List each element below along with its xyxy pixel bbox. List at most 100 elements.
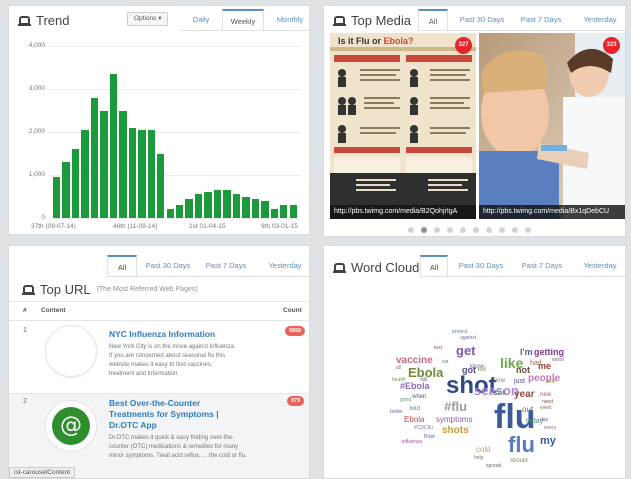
- row-title-link[interactable]: NYC Influenza Information: [109, 329, 269, 340]
- word-cloud-word[interactable]: every: [544, 426, 556, 431]
- trend-bar[interactable]: [261, 200, 269, 218]
- wc-tab-30[interactable]: Past 30 Days: [454, 255, 508, 277]
- carousel-dot[interactable]: [525, 227, 531, 233]
- carousel-dot[interactable]: [512, 227, 518, 233]
- trend-bar[interactable]: [242, 196, 250, 218]
- media-image-2[interactable]: http://pbs.twimg.com/media/Bx1qDebCU: [479, 33, 625, 219]
- url-tab-7[interactable]: Past 7 Days: [205, 255, 247, 277]
- word-cloud-word[interactable]: get: [456, 344, 476, 357]
- url-tab-30[interactable]: Past 30 Days: [143, 255, 193, 277]
- word-cloud-word[interactable]: protect: [452, 330, 467, 335]
- trend-bar[interactable]: [232, 194, 241, 218]
- row-number: 1: [23, 327, 27, 334]
- word-cloud-word[interactable]: #flu: [444, 400, 467, 413]
- word-cloud-word[interactable]: need: [542, 400, 553, 405]
- word-cloud-word[interactable]: via: [442, 360, 448, 365]
- trend-bar[interactable]: [81, 129, 89, 218]
- word-cloud-word[interactable]: text: [434, 346, 442, 351]
- word-cloud-word[interactable]: my: [540, 436, 556, 447]
- wc-tab-yesterday[interactable]: Yesterday: [578, 255, 622, 277]
- word-cloud-word[interactable]: good: [400, 398, 411, 403]
- trend-bar[interactable]: [289, 205, 297, 218]
- word-cloud-word[interactable]: all: [396, 366, 401, 371]
- word-cloud-word[interactable]: #CDCflu: [414, 426, 433, 431]
- trend-bar[interactable]: [280, 205, 288, 218]
- media-tab-30[interactable]: Past 30 Days: [456, 9, 508, 31]
- word-cloud-word[interactable]: help: [474, 456, 483, 461]
- trend-bar[interactable]: [71, 149, 80, 218]
- trend-bar[interactable]: [147, 129, 155, 218]
- trend-bar[interactable]: [270, 209, 278, 218]
- trend-bar[interactable]: [251, 198, 260, 218]
- url-tab-yesterday[interactable]: Yesterday: [263, 255, 307, 277]
- media-image-1[interactable]: Is it Flu or Ebola? http://pbs.twimg.com…: [330, 33, 476, 219]
- media-count-badge-1: 327: [455, 37, 472, 54]
- table-row[interactable]: 1 NYC Influenza Information New York Cit…: [9, 321, 309, 393]
- wc-tab-7[interactable]: Past 7 Days: [520, 255, 564, 277]
- word-cloud-word[interactable]: when: [412, 394, 426, 400]
- trend-bar[interactable]: [166, 209, 174, 218]
- word-cloud-word[interactable]: new: [540, 392, 551, 398]
- trend-bar[interactable]: [109, 73, 118, 218]
- word-cloud-word[interactable]: had: [530, 360, 542, 367]
- word-cloud-word[interactable]: best: [546, 380, 555, 385]
- wc-tab-all[interactable]: All: [420, 255, 448, 277]
- word-cloud-word[interactable]: sick: [494, 390, 506, 397]
- word-cloud-word[interactable]: out: [522, 406, 533, 414]
- word-cloud-word[interactable]: influenza: [402, 440, 422, 445]
- word-cloud-word[interactable]: should: [510, 458, 528, 464]
- trend-bar[interactable]: [213, 190, 222, 218]
- trend-bar[interactable]: [100, 110, 108, 218]
- word-cloud-word[interactable]: shots: [442, 426, 469, 436]
- carousel-dot[interactable]: [421, 227, 427, 233]
- word-cloud-word[interactable]: time: [494, 378, 505, 384]
- word-cloud-word[interactable]: worst: [552, 358, 564, 363]
- word-cloud-word[interactable]: week: [540, 406, 552, 411]
- trend-bar[interactable]: [62, 162, 70, 218]
- carousel-dot[interactable]: [499, 227, 505, 233]
- trend-bar[interactable]: [204, 192, 212, 218]
- trend-bar[interactable]: [119, 110, 127, 218]
- carousel-dot[interactable]: [473, 227, 479, 233]
- word-cloud-word[interactable]: just: [514, 378, 525, 385]
- carousel-dot[interactable]: [460, 227, 466, 233]
- word-cloud-word[interactable]: not: [516, 366, 530, 375]
- media-tab-7[interactable]: Past 7 Days: [519, 9, 563, 31]
- trend-bar[interactable]: [185, 198, 193, 218]
- trend-bar[interactable]: [157, 153, 165, 218]
- word-cloud-word[interactable]: flu: [508, 434, 535, 456]
- trend-bar[interactable]: [128, 127, 137, 218]
- word-cloud-word[interactable]: still: [420, 378, 427, 383]
- word-cloud-word[interactable]: Ebola: [404, 416, 424, 424]
- media-tab-yesterday[interactable]: Yesterday: [578, 9, 622, 31]
- carousel-dot[interactable]: [486, 227, 492, 233]
- word-cloud-word[interactable]: better: [390, 410, 403, 415]
- url-tab-all[interactable]: All: [107, 255, 137, 277]
- trend-bar[interactable]: [90, 97, 99, 218]
- carousel-dot[interactable]: [408, 227, 414, 233]
- word-cloud-word[interactable]: symptoms: [436, 416, 472, 424]
- word-cloud-word[interactable]: feel: [478, 368, 486, 373]
- media-tab-all[interactable]: All: [418, 9, 448, 31]
- row-title-link[interactable]: Best Over-the-Counter Treatments for Sym…: [109, 398, 239, 431]
- word-cloud-word[interactable]: how: [424, 434, 435, 440]
- trend-bar[interactable]: [176, 205, 184, 218]
- word-cloud-word[interactable]: day: [540, 418, 548, 423]
- word-cloud-word[interactable]: #Ebola: [400, 382, 430, 391]
- word-cloud-word[interactable]: cold: [476, 446, 491, 454]
- word-cloud-word[interactable]: I'm: [520, 348, 533, 357]
- word-cloud-word[interactable]: year: [514, 390, 535, 400]
- trend-bar[interactable]: [53, 177, 61, 218]
- word-cloud-word[interactable]: spread: [486, 464, 501, 469]
- trend-bar[interactable]: [138, 129, 146, 218]
- carousel-dot[interactable]: [447, 227, 453, 233]
- trend-bar[interactable]: [194, 194, 203, 218]
- word-cloud-word[interactable]: health: [392, 378, 406, 383]
- x-tick-label: 9th 03-01-15: [261, 223, 298, 230]
- word-cloud-word[interactable]: against: [460, 336, 476, 341]
- trend-bar[interactable]: [223, 190, 231, 218]
- carousel-dot[interactable]: [434, 227, 440, 233]
- word-cloud-word[interactable]: vaccine: [396, 356, 433, 366]
- word-cloud-word[interactable]: bird: [410, 406, 420, 412]
- word-cloud-word[interactable]: getting: [534, 348, 564, 357]
